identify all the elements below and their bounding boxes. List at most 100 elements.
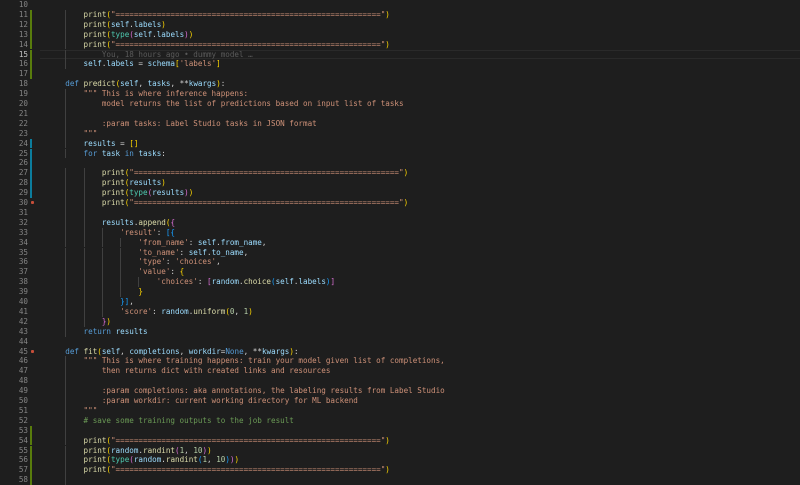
line-number: 11 [18, 9, 28, 19]
git-modified-marker[interactable] [30, 138, 32, 149]
code-line[interactable]: 38 'choices': [random.choice(self.labels)… [0, 277, 800, 288]
git-added-marker[interactable] [30, 69, 32, 80]
code-line[interactable]: 37 'value': { [0, 267, 800, 278]
code-line[interactable]: 46 """ This is where training happens: tr… [0, 356, 800, 367]
line-number: 41 [18, 306, 28, 316]
code-line[interactable]: 57 print("===============================… [0, 465, 800, 476]
git-added-marker[interactable] [30, 475, 32, 485]
indent-guide [65, 287, 67, 297]
indent-guide [65, 148, 67, 159]
code-line[interactable]: 36 'type': 'choices', [0, 257, 800, 268]
code-line[interactable]: 54 print("===============================… [0, 435, 800, 446]
code-line[interactable]: 48 [0, 376, 800, 387]
git-added-marker[interactable] [30, 445, 32, 456]
code-line[interactable]: 19 """ This is where inference happens: [0, 89, 800, 99]
code-line[interactable]: 47 then returns dict with created links … [0, 366, 800, 377]
code-line[interactable]: 13 print(type(self.labels)) [0, 29, 800, 40]
code-line[interactable]: 10 [0, 0, 800, 10]
code-line[interactable]: 42}) [0, 316, 800, 327]
git-added-marker[interactable] [30, 19, 32, 30]
code-line[interactable]: 45 def fit(self, completions, workdir=Non… [0, 347, 800, 357]
code-line[interactable]: 16 self.labels = schema['labels'] [0, 59, 800, 70]
code-line[interactable]: 58 [0, 475, 800, 485]
code-text: print(type(self.labels)) [83, 29, 194, 39]
code-line[interactable]: 22 :param tasks: Label Studio tasks in J… [0, 118, 800, 129]
code-line[interactable]: 27 print("===============================… [0, 168, 800, 179]
code-line[interactable]: 39} [0, 287, 800, 297]
indent-guide [101, 257, 103, 268]
code-line[interactable]: 41 'score': random.uniform(0, 1) [0, 306, 800, 317]
indent-guide [83, 316, 85, 327]
code-line[interactable]: 23 """ [0, 128, 800, 139]
git-modified-marker[interactable] [30, 158, 32, 169]
git-modified-marker[interactable] [30, 148, 32, 159]
git-added-marker[interactable] [30, 435, 32, 446]
git-added-marker[interactable] [30, 465, 32, 476]
code-line[interactable]: 11 print("===============================… [0, 9, 800, 20]
code-line[interactable]: 53 [0, 425, 800, 436]
code-line[interactable]: 24 results = [] [0, 138, 800, 149]
git-added-marker[interactable] [30, 425, 32, 436]
git-deleted-marker[interactable] [31, 201, 34, 204]
code-line[interactable]: 32 results.append({ [0, 217, 800, 228]
indent-guide [83, 297, 85, 307]
code-line[interactable]: 49 :param completions: aka annotations, … [0, 386, 800, 396]
code-line[interactable]: 30 print("===============================… [0, 198, 800, 208]
indent-guide [65, 405, 67, 416]
indent-guide [101, 247, 103, 258]
code-line[interactable]: 40}], [0, 297, 800, 307]
git-deleted-marker[interactable] [31, 349, 34, 353]
code-line[interactable]: 21 [0, 108, 800, 119]
indent-guide [65, 59, 67, 70]
code-line[interactable]: 29 print(type(results)) [0, 188, 800, 198]
git-modified-marker[interactable] [30, 188, 32, 198]
indent-guide [65, 435, 67, 446]
line-number: 55 [18, 445, 28, 455]
git-added-marker[interactable] [30, 455, 32, 466]
code-line[interactable]: 55 print(random.randint(1, 10)) [0, 445, 800, 456]
git-added-marker[interactable] [30, 59, 32, 70]
code-line[interactable]: 25 for task in tasks: [0, 148, 800, 159]
code-text: return results [83, 326, 148, 336]
line-number: 17 [18, 69, 28, 79]
code-text: print("=================================… [101, 168, 409, 178]
git-modified-marker[interactable] [30, 178, 32, 189]
code-line[interactable]: 35 'to_name': self.to_name, [0, 247, 800, 258]
line-number: 49 [18, 386, 28, 396]
code-line[interactable]: 26 [0, 158, 800, 169]
indent-guide [83, 207, 85, 218]
line-number: 36 [18, 257, 28, 267]
indent-guide [65, 9, 67, 20]
git-added-marker[interactable] [30, 39, 32, 50]
code-line[interactable]: 20 model returns the list of predictions… [0, 99, 800, 109]
code-line[interactable]: 31 [0, 207, 800, 218]
code-line[interactable]: 17 [0, 69, 800, 80]
code-line[interactable]: 44 [0, 337, 800, 347]
code-line[interactable]: 14 print("===============================… [0, 39, 800, 50]
code-text: then returns dict with created links and… [83, 366, 331, 376]
git-added-marker[interactable] [30, 29, 32, 40]
code-line[interactable]: 34 'from_name': self.from_name, [0, 237, 800, 248]
code-line[interactable]: 50 :param workdir: current working direc… [0, 396, 800, 406]
git-modified-marker[interactable] [30, 168, 32, 179]
indent-guide [65, 475, 67, 485]
code-line[interactable]: 15 You, 18 hours ago • dummy model … [0, 49, 800, 60]
code-line[interactable]: 51 """ [0, 405, 800, 416]
code-line[interactable]: 28 print(results) [0, 178, 800, 189]
code-line[interactable]: 18 def predict(self, tasks, **kwargs): [0, 79, 800, 89]
code-line[interactable]: 33 'result': [{ [0, 227, 800, 238]
line-number: 39 [18, 287, 28, 297]
indent-guide [101, 227, 103, 238]
line-number: 14 [18, 39, 28, 49]
code-editor[interactable]: 10 11 print("=============================… [0, 0, 800, 485]
git-added-marker[interactable] [30, 9, 32, 20]
code-line[interactable]: 12 print(self.labels) [0, 19, 800, 30]
code-text: }], [120, 297, 134, 306]
code-line[interactable]: 56 print(type(random.randint(1, 10))) [0, 455, 800, 466]
code-line[interactable]: 43 return results [0, 326, 800, 337]
indent-guide [83, 237, 85, 248]
line-number: 37 [18, 267, 28, 277]
code-line[interactable]: 52 # save some training outputs to the jo… [0, 415, 800, 426]
git-added-marker[interactable] [30, 49, 32, 60]
indent-guide [83, 306, 85, 317]
